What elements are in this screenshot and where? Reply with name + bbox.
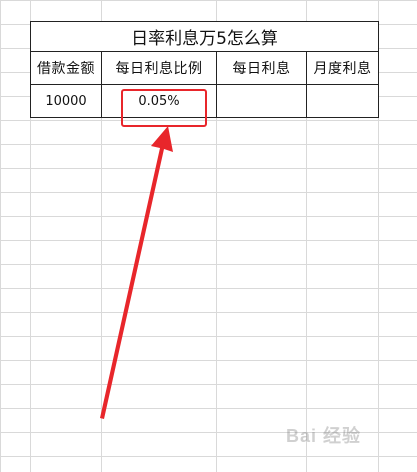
annotation-arrow bbox=[100, 126, 173, 419]
arrow-shape bbox=[100, 126, 173, 419]
baidu-watermark: Bai 经验 bbox=[286, 426, 362, 446]
